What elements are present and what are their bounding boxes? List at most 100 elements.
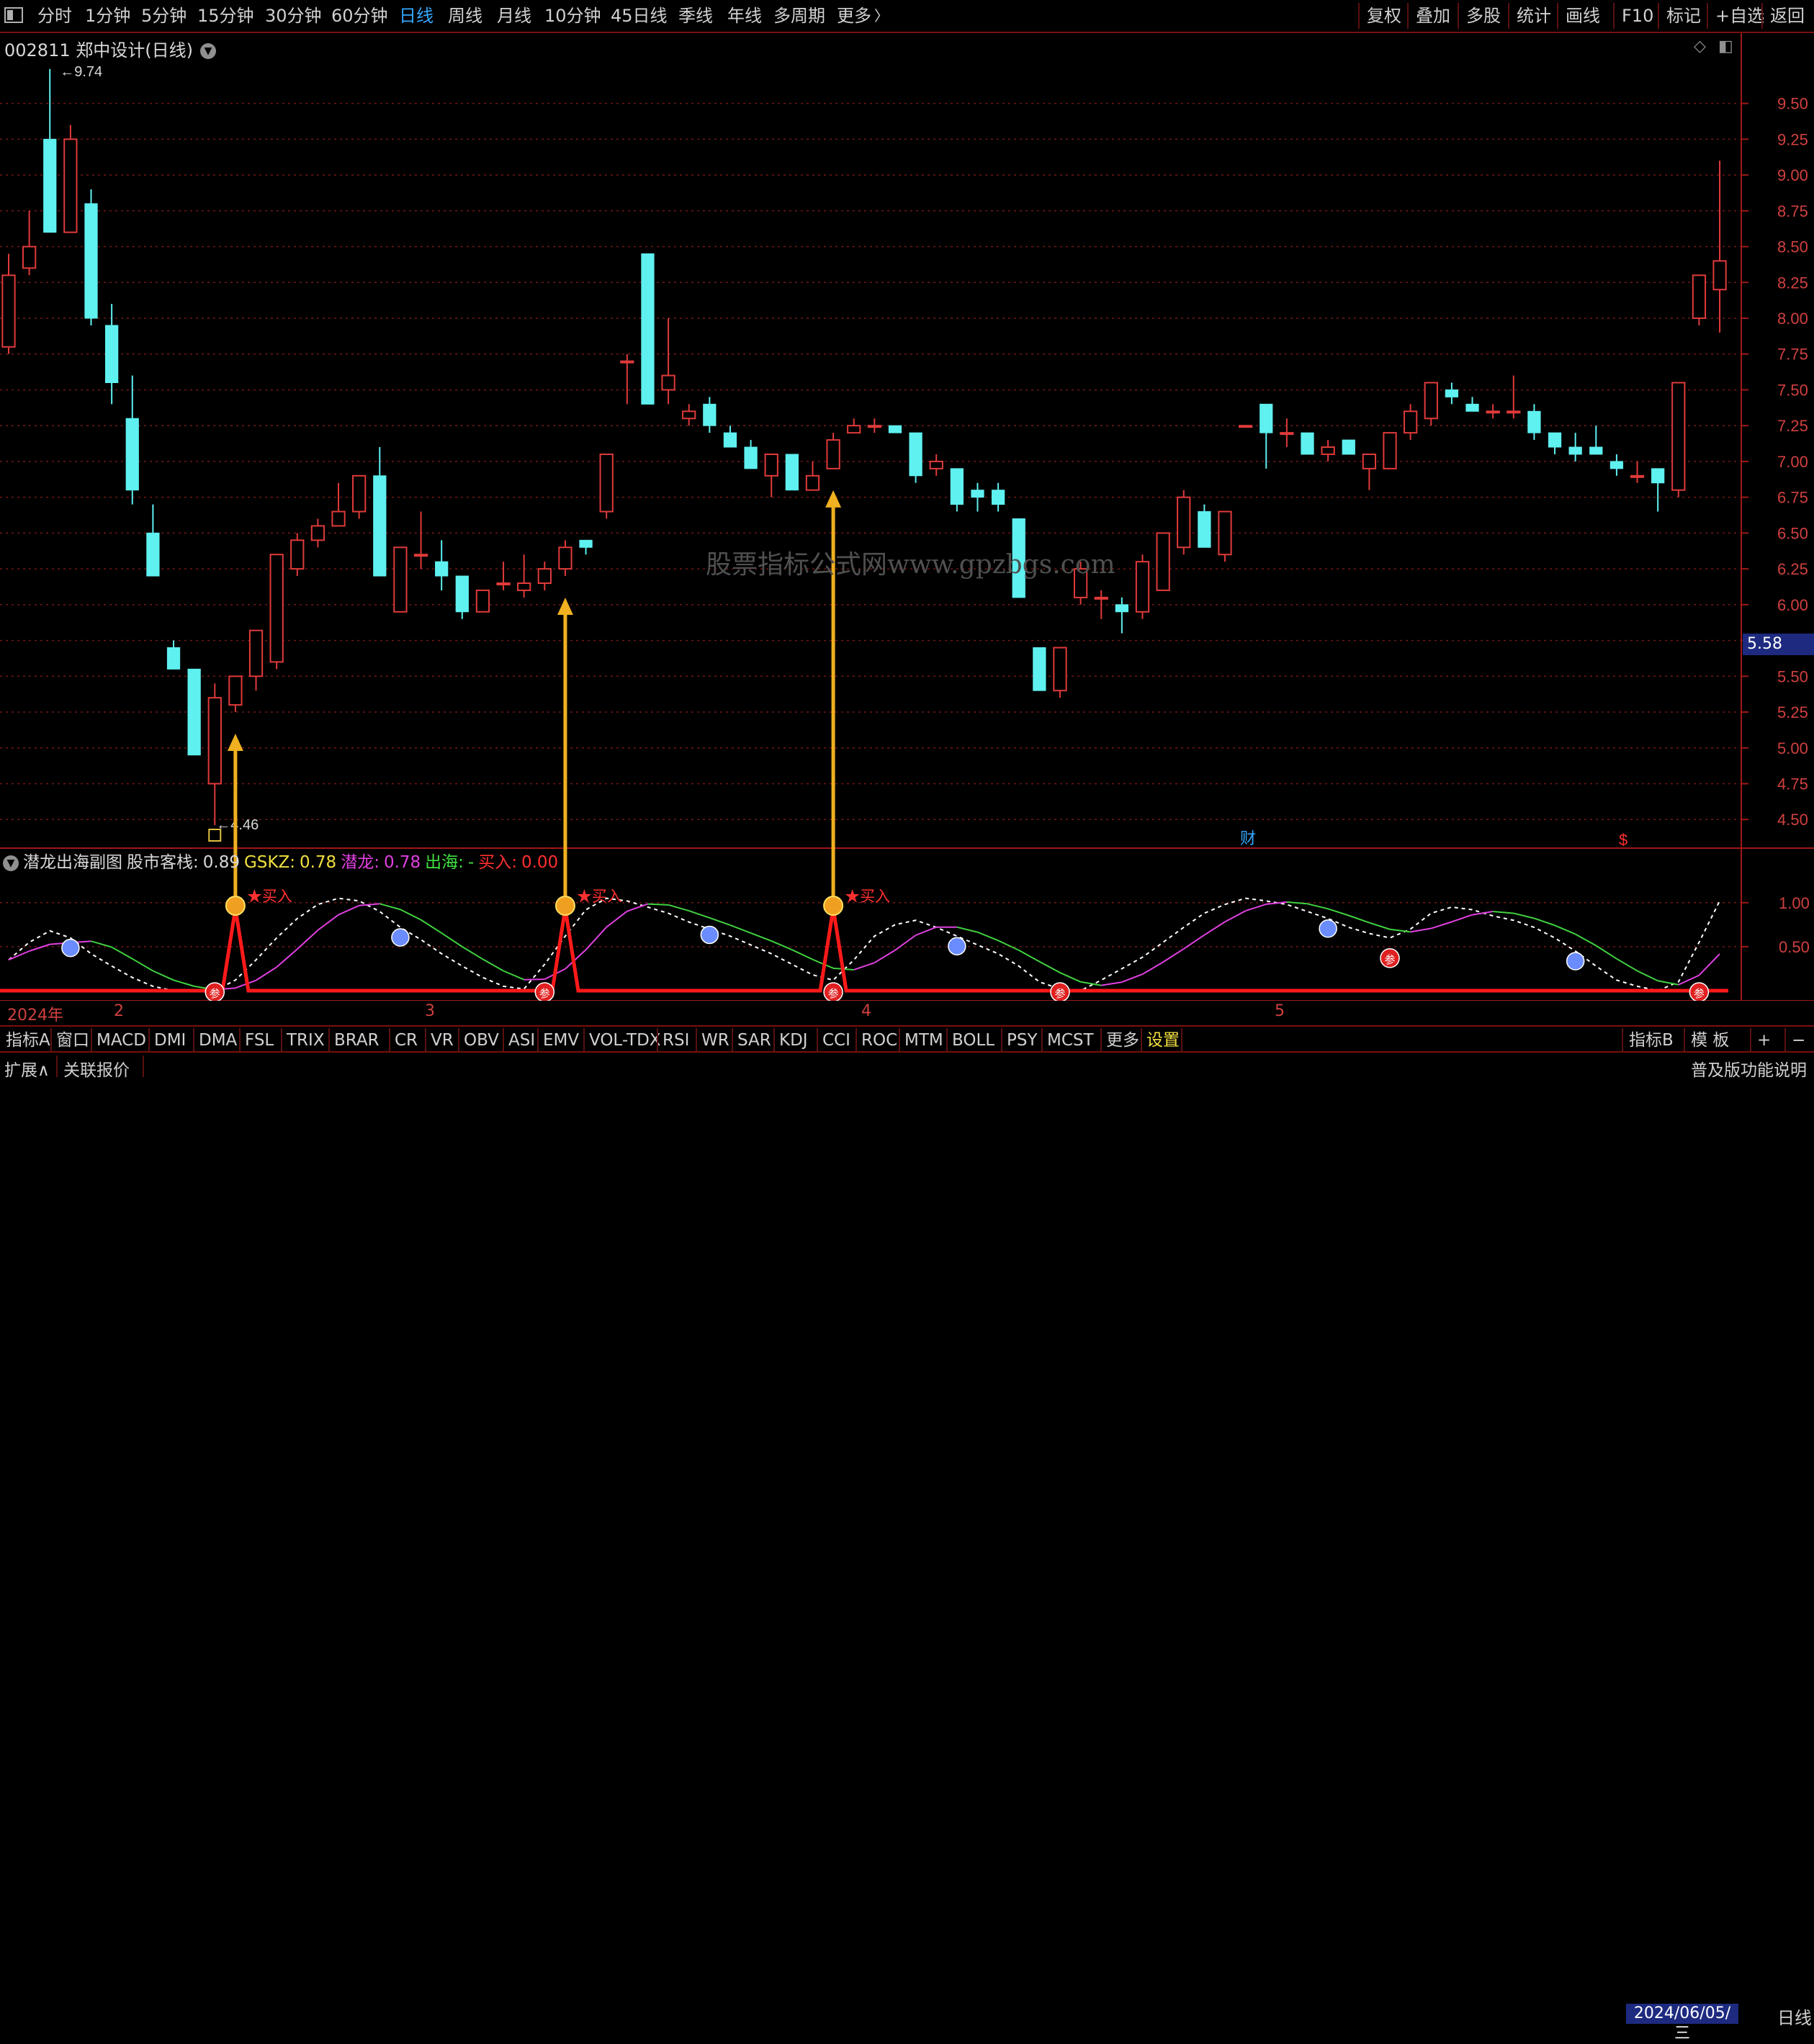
- indicator-tab-18[interactable]: CCI: [822, 1030, 850, 1051]
- indicator-tab-15[interactable]: WR: [701, 1030, 729, 1051]
- indicator-tab-21[interactable]: BOLL: [952, 1030, 994, 1051]
- indicator-tab-0[interactable]: 指标A: [6, 1030, 50, 1051]
- indicator-tab-12[interactable]: EMV: [543, 1030, 579, 1051]
- toolbar-separator: [1508, 3, 1509, 29]
- candle: [1280, 418, 1294, 448]
- indicator-tab-16[interactable]: SAR: [737, 1030, 771, 1051]
- tab-separator: [1001, 1028, 1002, 1051]
- toolbar-button-4[interactable]: 画线: [1566, 4, 1600, 27]
- finance-marker[interactable]: 财: [1240, 829, 1256, 847]
- toolbar-button-3[interactable]: 统计: [1517, 4, 1551, 27]
- tab-separator: [239, 1028, 241, 1051]
- indicator-tab-3[interactable]: DMI: [154, 1030, 186, 1051]
- candle: [723, 426, 737, 448]
- qianlong-line-segment: [771, 940, 793, 951]
- candle: [1486, 404, 1500, 419]
- period-tab-12[interactable]: 年线: [727, 4, 762, 27]
- qianlong-line-segment: [1101, 981, 1123, 986]
- candle: [682, 404, 696, 426]
- period-tab-9[interactable]: 10分钟: [544, 4, 601, 27]
- indicator-tab-2[interactable]: MACD: [96, 1030, 146, 1051]
- indicator-field-value: 0.78: [299, 853, 337, 872]
- period-tab-3[interactable]: 15分钟: [197, 4, 254, 27]
- indicator-right-0[interactable]: 指标B: [1629, 1030, 1674, 1051]
- indicator-tab-14[interactable]: RSI: [663, 1030, 689, 1051]
- status-left-0[interactable]: 扩展∧: [4, 1056, 50, 1081]
- tab-separator: [773, 1028, 775, 1051]
- qianlong-line-segment: [524, 978, 545, 981]
- toolbar-button-7[interactable]: +自选: [1715, 4, 1764, 27]
- period-tab-14[interactable]: 更多: [837, 4, 871, 27]
- indicator-tab-17[interactable]: KDJ: [779, 1030, 808, 1051]
- candle: [166, 640, 181, 670]
- sad-face-icon[interactable]: [1319, 919, 1337, 938]
- indicator-tab-20[interactable]: MTM: [904, 1030, 943, 1051]
- sad-face-icon[interactable]: [391, 928, 410, 947]
- smile-icon[interactable]: [225, 896, 246, 916]
- toolbar-button-0[interactable]: 复权: [1367, 4, 1401, 27]
- tab-separator: [148, 1028, 150, 1051]
- candle: [290, 533, 305, 577]
- indicator-tab-8[interactable]: CR: [395, 1030, 418, 1051]
- toolbar-button-5[interactable]: F10: [1622, 4, 1653, 27]
- indicator-tab-5[interactable]: FSL: [245, 1030, 274, 1051]
- chevron-right-icon[interactable]: 〉: [874, 4, 889, 27]
- toolbar-button-1[interactable]: 叠加: [1416, 4, 1450, 27]
- toolbar-button-6[interactable]: 标记: [1666, 4, 1701, 27]
- indicator-tab-19[interactable]: ROC: [861, 1030, 897, 1051]
- indicator-tab-7[interactable]: BRAR: [334, 1030, 380, 1051]
- indicator-tab-13[interactable]: VOL-TDX: [589, 1030, 661, 1051]
- period-tab-8[interactable]: 月线: [497, 4, 531, 27]
- qianlong-line-segment: [317, 914, 339, 931]
- period-tab-10[interactable]: 45日线: [611, 4, 668, 27]
- qianlong-line-segment: [1018, 949, 1040, 963]
- indicator-tab-1[interactable]: 窗口: [56, 1030, 89, 1051]
- candle: [971, 482, 984, 512]
- dividend-marker[interactable]: $: [1619, 831, 1627, 849]
- candle: [1589, 426, 1603, 455]
- sad-face-icon[interactable]: [1566, 952, 1585, 971]
- indicator-right-2[interactable]: +: [1757, 1030, 1771, 1051]
- indicator-tab-9[interactable]: VR: [431, 1030, 454, 1051]
- smile-icon[interactable]: [823, 896, 844, 916]
- qianlong-line-segment: [1389, 928, 1411, 933]
- qianlong-line-segment: [1245, 903, 1267, 912]
- toolbar-button-2[interactable]: 多股: [1466, 4, 1501, 27]
- date-label-3: 4: [861, 1002, 871, 1020]
- period-tab-7[interactable]: 周线: [448, 4, 482, 27]
- indicator-tab-6[interactable]: TRIX: [287, 1030, 325, 1051]
- help-link[interactable]: 普及版功能说明: [1691, 1056, 1807, 1081]
- indicator-tab-23[interactable]: MCST: [1047, 1030, 1094, 1051]
- period-tab-6[interactable]: 日线: [399, 4, 434, 27]
- period-label[interactable]: 日线: [1777, 2004, 1812, 2029]
- period-tab-4[interactable]: 30分钟: [265, 4, 322, 27]
- sad-face-icon[interactable]: [700, 925, 719, 945]
- sad-face-icon[interactable]: [61, 938, 80, 958]
- indicator-right-3[interactable]: −: [1792, 1030, 1805, 1051]
- smile-icon[interactable]: [554, 896, 575, 916]
- period-tab-5[interactable]: 60分钟: [331, 4, 388, 27]
- toolbar-button-8[interactable]: 返回: [1770, 4, 1805, 27]
- period-tab-2[interactable]: 5分钟: [141, 4, 187, 27]
- chevron-down-icon[interactable]: ▼: [3, 855, 19, 871]
- indicator-tab-22[interactable]: PSY: [1007, 1030, 1038, 1051]
- indicator-tab-24[interactable]: 更多: [1106, 1030, 1139, 1051]
- indicator-tab-4[interactable]: DMA: [199, 1030, 237, 1051]
- qianlong-line-segment: [894, 935, 917, 951]
- period-tab-0[interactable]: 分时: [37, 4, 72, 27]
- price-tick-label: 5.25: [1777, 703, 1808, 721]
- indicator-tab-25[interactable]: 设置: [1146, 1030, 1180, 1051]
- qianlong-line-segment: [1141, 961, 1164, 975]
- sad-face-icon[interactable]: [948, 937, 966, 955]
- period-tab-13[interactable]: 多周期: [773, 4, 825, 27]
- period-tab-1[interactable]: 1分钟: [85, 4, 130, 27]
- status-left-1[interactable]: 关联报价: [63, 1056, 130, 1081]
- indicator-tab-10[interactable]: OBV: [464, 1030, 499, 1051]
- status-bar: 扩展∧ 关联报价 普及版功能说明: [0, 1053, 1814, 1081]
- menu-toggle-icon[interactable]: [4, 7, 23, 23]
- indicator-right-1[interactable]: 模 板: [1691, 1030, 1729, 1051]
- candle: [1, 253, 16, 354]
- indicator-tab-11[interactable]: ASI: [508, 1030, 535, 1051]
- period-tab-11[interactable]: 季线: [678, 4, 713, 27]
- sell-label: 参: [539, 988, 550, 1000]
